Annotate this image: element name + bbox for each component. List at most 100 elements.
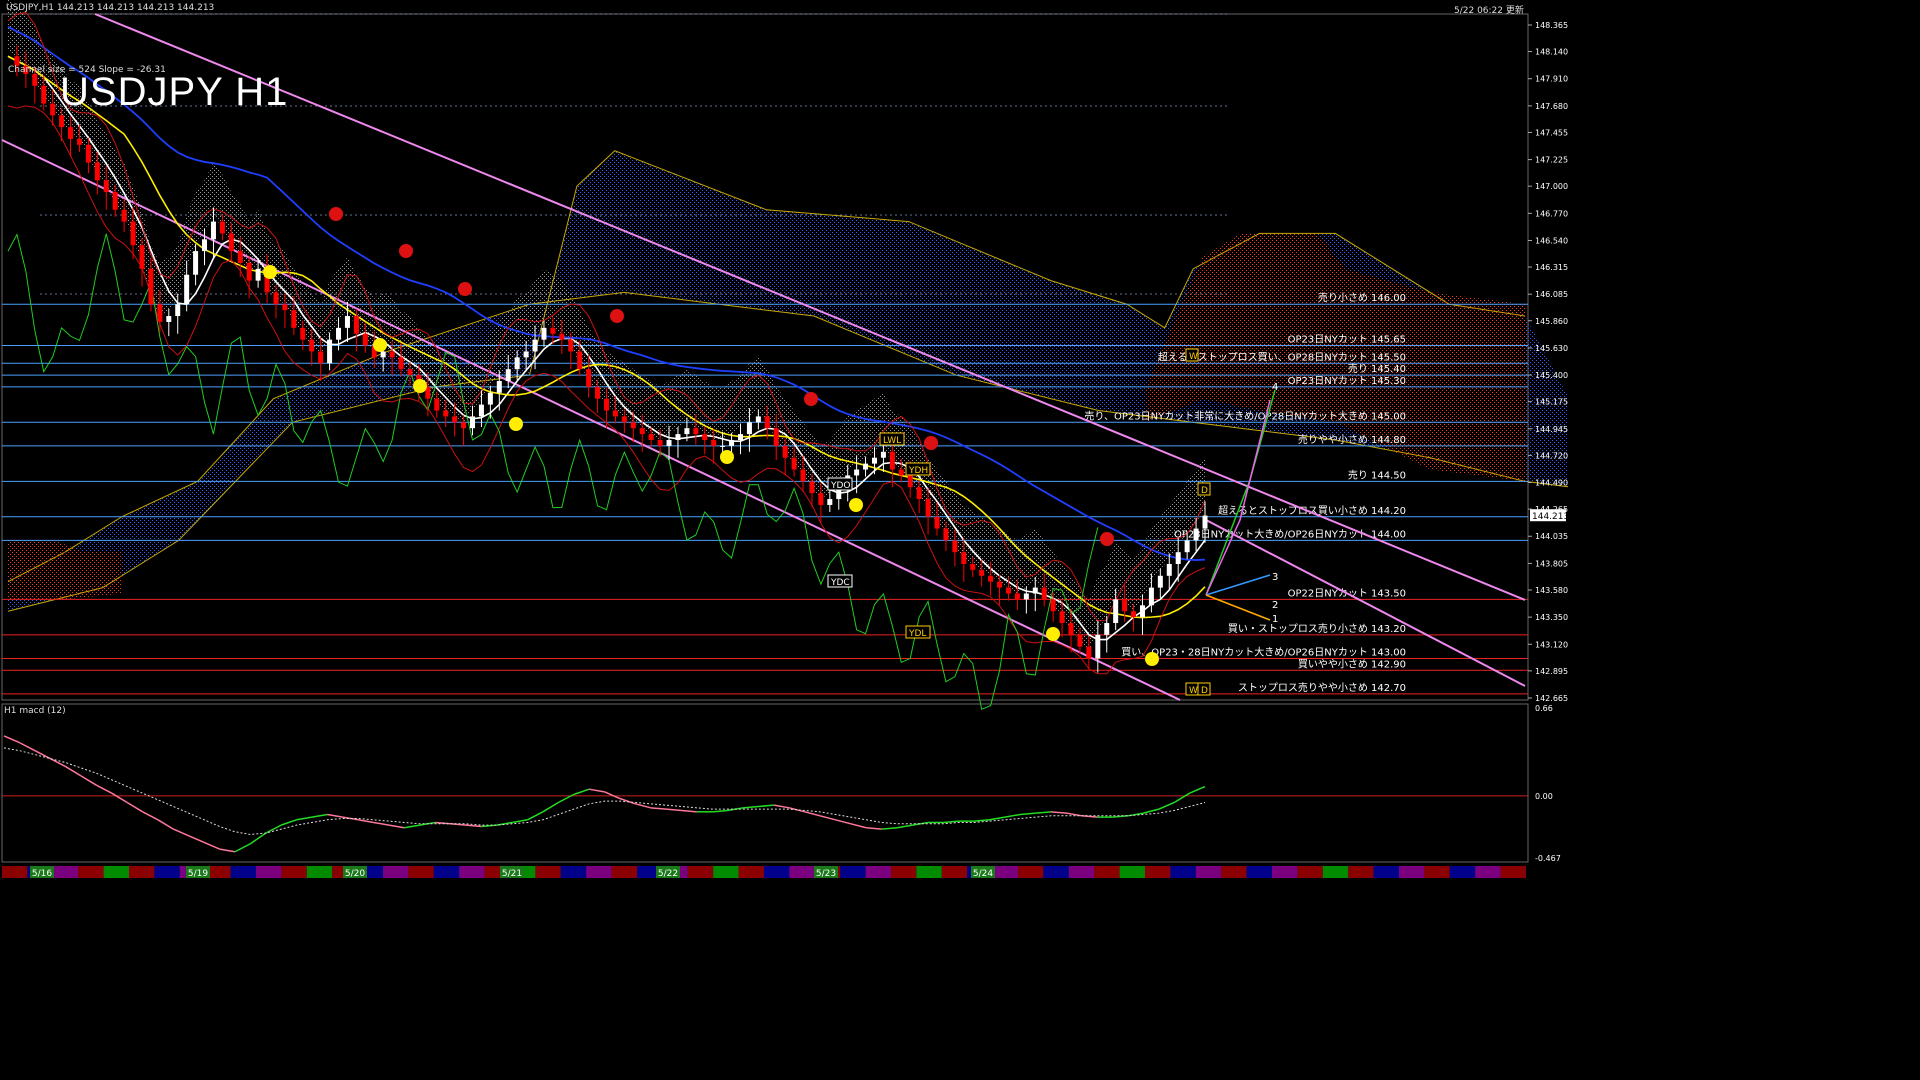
candle-body [327,339,333,364]
macd-segment [358,819,374,824]
level-label: 売り、OP23日NYカット非常に大きめ/OP28日NYカット大きめ 145.00 [1084,409,1406,422]
signal-sell-icon [399,244,413,258]
session-strip [383,866,409,878]
x-tick-label: 5/20 [345,869,365,879]
macd-segment [1143,808,1159,814]
candle-body [630,422,636,429]
session-strip [713,866,739,878]
macd-segment [188,835,205,844]
candle-body [898,469,904,476]
candle-body [550,327,556,334]
macd-segment [142,811,159,821]
candle-body [648,434,654,441]
session-strip [789,866,815,878]
session-strip [1475,866,1501,878]
session-strip [408,866,434,878]
candle-body [595,386,601,399]
signal-buy-icon [1145,652,1159,666]
session-strip [1348,866,1374,878]
macd-segment [943,820,959,824]
marker-label: W [1189,686,1198,696]
macd-segment [111,792,128,804]
session-strip [1221,866,1247,878]
session-strip [865,866,891,878]
signal-sell-icon [458,282,472,296]
level-label: 売り 145.40 [1348,362,1406,375]
wave-number: 1 [1272,614,1278,625]
session-strip [1170,866,1196,878]
candle-body [568,339,574,352]
candle-body [871,457,877,464]
candle-body [1005,587,1011,594]
macd-segment [404,824,420,829]
candle-body [737,434,743,441]
signal-buy-icon [509,417,523,431]
chart-canvas: 売り小さめ 146.00 OP23日NYカット 145.65 超えるとストップロス買… [1,0,1568,879]
session-strip [129,866,155,878]
session-strip [1018,866,1044,878]
candle-body [496,380,502,393]
level-label: 売り小さめ 146.00 [1318,291,1406,304]
macd-segment [819,815,836,821]
candle-body [818,493,824,505]
candle-body [791,457,797,470]
session-strip [1424,866,1450,878]
macd-segment [49,757,66,768]
price-axis [1528,0,1568,882]
macd-segment [835,819,852,825]
macd-segment [80,775,97,786]
x-tick-label: 5/19 [188,869,208,879]
session-strip [560,866,587,878]
candle-body [407,369,413,376]
candle-body [907,475,913,488]
signal-buy-icon [413,379,427,393]
session-strip [1322,866,1349,878]
session-strip [1043,866,1069,878]
candle-body [997,581,1003,588]
candle-body [193,251,199,275]
projection-orange [1205,594,1271,621]
session-strip [840,866,866,878]
candle-body [755,416,761,423]
candle-body [577,351,583,370]
candle-body [273,292,279,305]
candle-body [139,245,145,269]
session-strip [1195,866,1222,878]
macd-header: H1 macd (12) [4,706,66,716]
candle-body [130,221,136,246]
macd-segment [1173,792,1190,804]
candle-body [32,73,38,86]
candle-body [1122,599,1128,612]
x-tick-label: 5/16 [32,869,52,879]
candle-body [1131,611,1137,618]
session-strip [154,866,180,878]
level-label: OP23日NYカット 145.30 [1288,375,1406,387]
macd-segment [1158,801,1175,810]
macd-segment [850,823,867,829]
candle-body [461,422,467,429]
signal-buy-icon [1046,627,1060,641]
macd-segment [280,819,297,826]
wave-number: 4 [1272,382,1278,393]
candle-body [889,451,895,470]
candle-body [1023,593,1029,600]
marker-label: W [1189,352,1198,362]
candle-body [470,416,476,429]
candle-body [1148,587,1154,606]
macd-segment [1004,813,1021,818]
candle-body [487,392,493,405]
candle-body [782,445,788,458]
level-label: 買い・ストップロス売り小さめ 143.20 [1228,622,1406,635]
candle-body [202,239,208,252]
macd-segment [311,813,328,818]
macd-segment [542,801,559,813]
level-label: OP23日NYカット大きめ/OP26日NYカット 144.00 [1174,527,1406,540]
candle-body [291,310,297,328]
candle-body [952,540,958,553]
level-label: 買い、OP23・28日NYカット大きめ/OP26日NYカット 143.00 [1121,645,1406,658]
symbol-info: USDJPY,H1 144.213 144.213 144.213 144.21… [6,3,215,13]
session-strip [1246,866,1272,878]
candle-body [443,410,449,417]
candle-body [514,357,520,370]
candle-body [1050,599,1056,612]
